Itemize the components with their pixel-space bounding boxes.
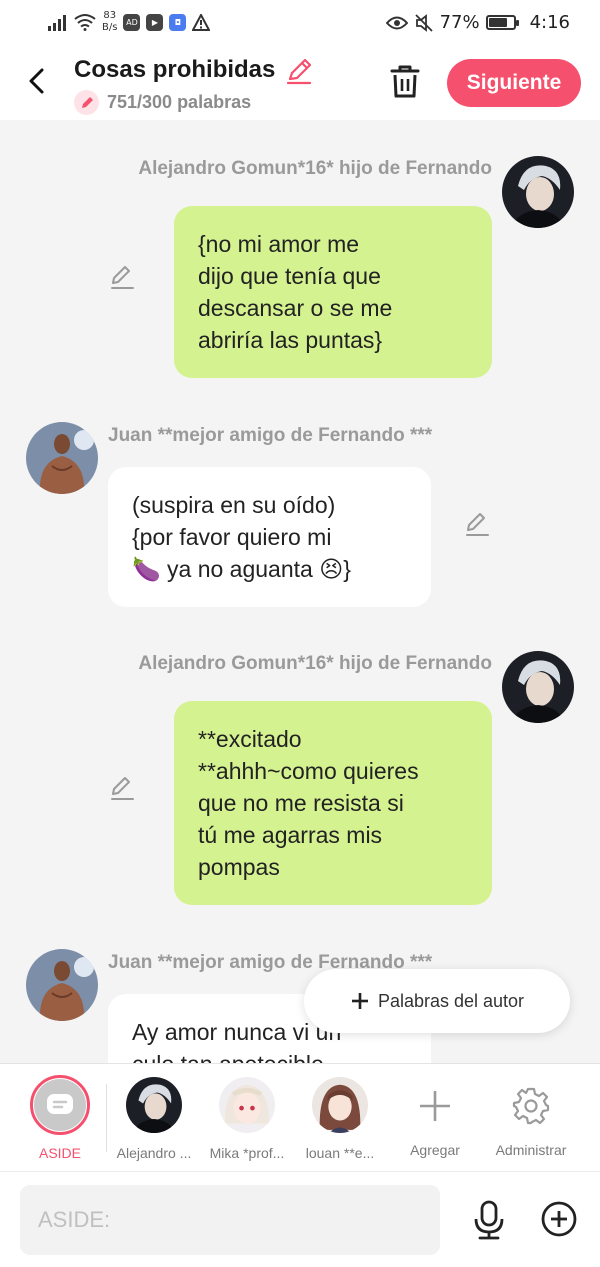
message-line: (suspira en su oído) <box>132 492 336 518</box>
aside-avatar <box>30 1075 90 1135</box>
mute-icon <box>414 13 433 32</box>
avatar-juan[interactable] <box>26 422 98 494</box>
warning-icon <box>192 13 211 31</box>
chat-area[interactable]: Alejandro Gomun*16* hijo de Fernando {no… <box>0 120 600 1063</box>
message-author: Alejandro Gomun*16* hijo de Fernando <box>138 653 492 674</box>
message-line: dijo que tenía que <box>198 263 381 289</box>
character-mika[interactable]: Mika *prof... <box>201 1074 293 1161</box>
message-line: 🍆 ya no aguanta 😣} <box>132 556 351 582</box>
character-label: Alejandro ... <box>116 1145 192 1161</box>
message-bubble[interactable]: (suspira en su oído) {por favor quiero m… <box>108 467 431 607</box>
author-words-label: Palabras del autor <box>377 990 525 1011</box>
edit-message-icon[interactable] <box>108 263 136 291</box>
manage-characters-button[interactable]: Administrar <box>485 1074 577 1158</box>
edit-message-icon[interactable] <box>108 774 136 802</box>
character-label: Administrar <box>495 1142 567 1158</box>
net-speed: 83 B/s <box>102 10 117 34</box>
net-speed-value: 83 <box>103 10 117 21</box>
story-chat-editor: 83 B/s AD ▶ ◘ 77% 4:16 Cosas prohibidas … <box>0 0 600 1267</box>
ad-badge-text: AD <box>126 17 138 27</box>
message-author: Alejandro Gomun*16* hijo de Fernando <box>138 158 492 179</box>
wifi-icon <box>74 14 96 31</box>
next-button[interactable]: Siguiente <box>447 59 581 107</box>
eye-icon <box>385 16 408 29</box>
message-line: {no mi amor me <box>198 231 360 257</box>
status-left: 83 B/s AD ▶ ◘ <box>48 10 211 34</box>
message-bubble[interactable]: {no mi amor me dijo que tenía que descan… <box>174 206 492 378</box>
shield-app-icon: ◘ <box>169 13 187 31</box>
message-line: {por favor quiero mi <box>132 524 332 550</box>
message-author: Juan **mejor amigo de Fernando *** <box>108 425 433 446</box>
character-bar: ASIDE Alejandro ... Mika *prof... louan … <box>0 1063 600 1171</box>
trash-icon[interactable] <box>388 63 422 99</box>
plus-icon <box>420 1091 450 1121</box>
avatar <box>219 1077 275 1133</box>
character-alejandro[interactable]: Alejandro ... <box>108 1074 200 1161</box>
pencil-icon <box>74 90 99 115</box>
edit-message-icon[interactable] <box>463 510 491 538</box>
gear-icon <box>512 1087 550 1125</box>
composer <box>0 1171 600 1267</box>
status-bar: 83 B/s AD ▶ ◘ 77% 4:16 <box>0 0 600 46</box>
avatar-alejandro[interactable] <box>502 651 574 723</box>
status-right: 77% 4:16 <box>385 12 570 33</box>
word-count: 751/300 palabras <box>74 90 251 115</box>
message-line: descansar o se me <box>198 295 393 321</box>
plus-icon <box>351 993 368 1009</box>
avatar-alejandro[interactable] <box>502 156 574 228</box>
character-aside[interactable]: ASIDE <box>14 1074 106 1161</box>
chat-bubble-icon <box>47 1094 73 1114</box>
play-store-icon: ▶ <box>146 13 164 31</box>
word-count-text: 751/300 palabras <box>107 92 252 112</box>
page-title[interactable]: Cosas prohibidas <box>74 56 275 84</box>
battery-level-fill <box>488 18 507 27</box>
net-speed-unit: B/s <box>102 22 118 33</box>
ad-block-icon: AD <box>123 13 141 31</box>
clock: 4:16 <box>529 12 570 33</box>
header: Cosas prohibidas 751/300 palabras Siguie… <box>0 46 600 120</box>
avatar <box>126 1077 182 1133</box>
message-bubble[interactable]: **excitado **ahhh~como quieres que no me… <box>174 701 492 905</box>
message-line: abriría las puntas} <box>198 327 383 353</box>
add-character-button[interactable]: Agregar <box>389 1074 481 1158</box>
signal-icon <box>48 15 66 31</box>
avatar <box>312 1077 368 1133</box>
edit-title-icon[interactable] <box>284 56 314 86</box>
author-words-button[interactable]: Palabras del autor <box>304 969 570 1033</box>
message-line: **ahhh~como quieres <box>198 758 419 784</box>
add-circle-icon[interactable] <box>540 1200 578 1238</box>
character-louan[interactable]: louan **e... <box>294 1074 386 1161</box>
battery-icon <box>485 15 519 30</box>
message-line: culo tan apetecible <box>132 1048 407 1063</box>
message-line: pompas <box>198 854 280 880</box>
microphone-icon[interactable] <box>470 1200 508 1240</box>
character-label: Mika *prof... <box>209 1145 285 1161</box>
message-line: **excitado <box>198 726 302 752</box>
battery-percent: 77% <box>439 12 480 33</box>
character-label: louan **e... <box>305 1145 375 1161</box>
message-line: que no me resista si <box>198 790 404 816</box>
divider <box>106 1084 107 1152</box>
character-label: ASIDE <box>38 1145 81 1161</box>
character-label: Agregar <box>410 1142 460 1158</box>
message-input[interactable] <box>20 1185 440 1255</box>
message-line: tú me agarras mis <box>198 822 383 848</box>
back-arrow-icon[interactable] <box>22 66 52 96</box>
avatar-juan[interactable] <box>26 949 98 1021</box>
